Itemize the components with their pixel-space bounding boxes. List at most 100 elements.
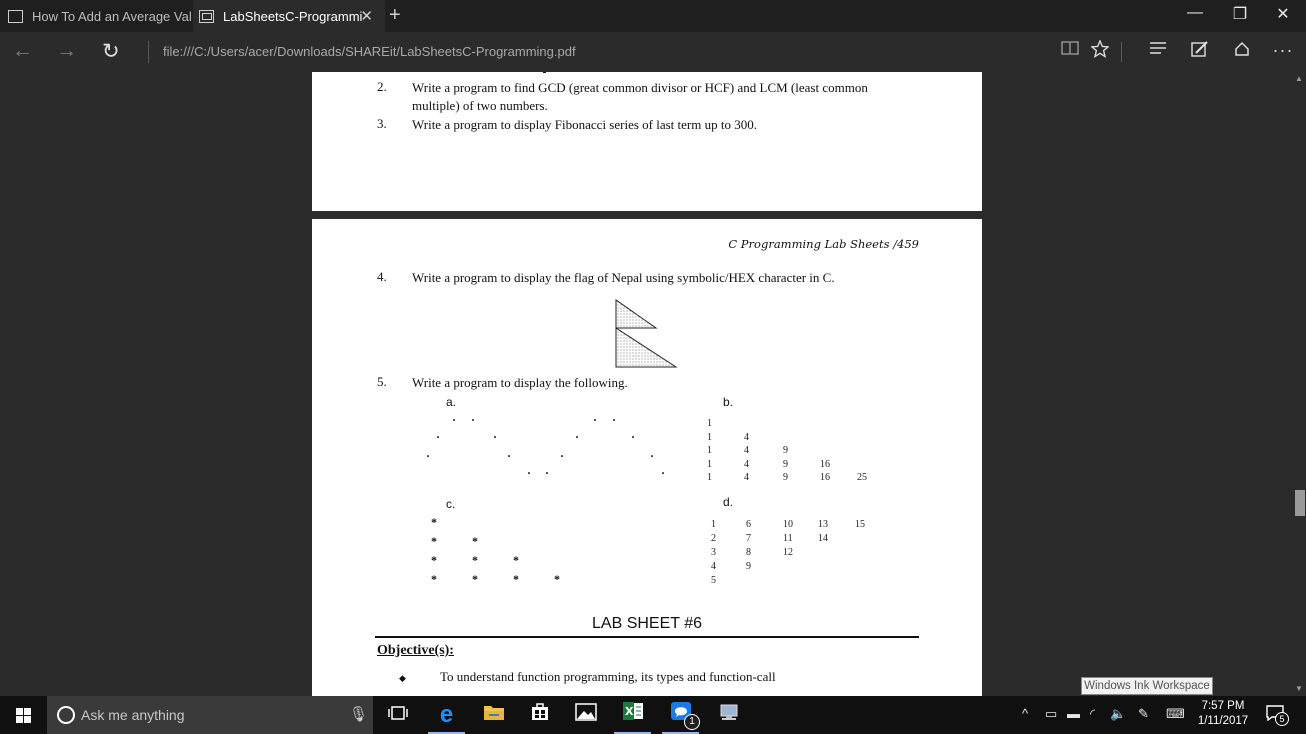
pattern-b-cell: 1 bbox=[707, 445, 712, 456]
star-mark: · bbox=[575, 430, 580, 444]
volume-icon[interactable]: 🔈 bbox=[1110, 706, 1126, 722]
excel-icon[interactable]: X bbox=[610, 696, 655, 734]
wifi-icon[interactable]: ◜ bbox=[1090, 706, 1095, 722]
pattern-b-cell: 1 bbox=[707, 459, 712, 470]
star-mark: · bbox=[650, 449, 655, 463]
title-underline bbox=[375, 636, 919, 638]
task-view-icon[interactable] bbox=[375, 696, 420, 734]
more-icon[interactable]: ··· bbox=[1270, 40, 1296, 61]
nepal-flag-figure bbox=[615, 299, 678, 368]
cortana-icon bbox=[57, 706, 75, 724]
star-mark: · bbox=[545, 466, 550, 480]
star-mark: * bbox=[472, 553, 478, 567]
pattern-d-cell: 8 bbox=[746, 547, 751, 558]
pattern-d-cell: 7 bbox=[746, 533, 751, 544]
edge-browser-icon[interactable]: e bbox=[424, 696, 469, 734]
star-mark: * bbox=[513, 553, 519, 567]
bullet-diamond-icon: ◆ bbox=[399, 673, 406, 683]
pattern-d-cell: 5 bbox=[711, 575, 716, 586]
pdf-page-1: 2. Write a program to find GCD (great co… bbox=[312, 72, 982, 211]
new-tab-button[interactable]: + bbox=[389, 4, 409, 27]
pattern-d-cell: 13 bbox=[818, 519, 828, 530]
hub-icon[interactable] bbox=[1145, 40, 1171, 61]
item-number: 4. bbox=[377, 269, 387, 284]
pattern-d-cell: 11 bbox=[783, 533, 793, 544]
item-text: Write a program to display the flag of N… bbox=[412, 270, 835, 285]
pattern-b-cell: 1 bbox=[707, 418, 712, 429]
web-note-icon[interactable] bbox=[1187, 40, 1213, 63]
favorite-star-icon[interactable] bbox=[1087, 39, 1113, 63]
pattern-d-cell: 12 bbox=[783, 547, 793, 558]
item-text: Write a program to display Fibonacci ser… bbox=[412, 117, 757, 132]
pdf-viewer[interactable]: 2. Write a program to find GCD (great co… bbox=[0, 72, 1306, 696]
taskbar: Ask me anything 🎙 e X 1 ^ ▭ ▬ ◜ 🔈 ✎ ⌨ 7:… bbox=[0, 696, 1306, 734]
close-tab-icon[interactable]: ✕ bbox=[360, 7, 373, 25]
page-icon bbox=[8, 9, 23, 23]
reading-view-icon[interactable] bbox=[1057, 40, 1083, 61]
tab-label: How To Add an Average Val bbox=[32, 8, 192, 24]
refresh-button[interactable]: ↻ bbox=[102, 39, 120, 64]
restore-button[interactable]: ❐ bbox=[1225, 4, 1255, 24]
navigation-bar: ← → ↻ file:///C:/Users/acer/Downloads/SH… bbox=[0, 32, 1306, 72]
network-app-icon[interactable] bbox=[706, 696, 751, 734]
title-bar: How To Add an Average Val LabSheetsC-Pro… bbox=[0, 0, 1306, 32]
vertical-scrollbar[interactable] bbox=[1294, 72, 1306, 696]
tab-label: LabSheetsC-Programmi bbox=[223, 8, 363, 24]
page-header: C Programming Lab Sheets /459 bbox=[728, 237, 919, 251]
star-mark: · bbox=[452, 413, 457, 427]
system-clock[interactable]: 7:57 PM 1/11/2017 bbox=[1195, 699, 1251, 729]
close-window-button[interactable]: ✕ bbox=[1268, 4, 1298, 24]
tab-average-val[interactable]: How To Add an Average Val bbox=[0, 0, 193, 32]
star-mark: · bbox=[426, 449, 431, 463]
scroll-up-arrow-icon[interactable]: ▲ bbox=[1295, 74, 1303, 83]
tab-labsheets[interactable]: LabSheetsC-Programmi ✕ bbox=[193, 0, 385, 32]
tablet-icon[interactable]: ▭ bbox=[1045, 706, 1057, 722]
forward-button[interactable]: → bbox=[56, 39, 77, 63]
star-mark: * bbox=[472, 572, 478, 586]
pdf-icon bbox=[199, 9, 214, 23]
pattern-b-cell: 9 bbox=[783, 445, 788, 456]
share-icon[interactable] bbox=[1229, 40, 1255, 63]
pattern-b-cell: 1 bbox=[707, 432, 712, 443]
star-mark: * bbox=[513, 572, 519, 586]
touch-keyboard-icon[interactable]: ⌨ bbox=[1166, 706, 1185, 722]
pattern-d-cell: 10 bbox=[783, 519, 793, 530]
pen-workspace-icon[interactable]: ✎ bbox=[1138, 706, 1149, 722]
star-mark: * bbox=[472, 534, 478, 548]
item-text: Write a program to display the following… bbox=[412, 375, 628, 390]
objective-text: To understand function programming, its … bbox=[440, 669, 776, 684]
store-icon[interactable] bbox=[517, 696, 562, 734]
star-mark: · bbox=[527, 466, 532, 480]
windows-logo-icon bbox=[16, 708, 23, 715]
pattern-b-cell: 4 bbox=[744, 472, 749, 483]
microphone-icon[interactable]: 🎙 bbox=[349, 705, 368, 723]
star-mark: · bbox=[661, 466, 666, 480]
star-mark: * bbox=[431, 515, 437, 529]
pattern-label-b: b. bbox=[723, 395, 734, 409]
star-mark: · bbox=[631, 430, 636, 444]
scrollbar-thumb[interactable] bbox=[1295, 490, 1305, 516]
address-bar[interactable]: file:///C:/Users/acer/Downloads/SHAREit/… bbox=[148, 41, 576, 63]
pattern-d-cell: 9 bbox=[746, 561, 751, 572]
pattern-b-cell: 4 bbox=[744, 445, 749, 456]
back-button[interactable]: ← bbox=[12, 39, 33, 63]
star-mark: * bbox=[431, 553, 437, 567]
messenger-badge: 1 bbox=[684, 714, 700, 730]
pattern-b-cell: 16 bbox=[820, 472, 830, 483]
minimize-button[interactable]: — bbox=[1180, 4, 1210, 22]
star-mark: · bbox=[507, 449, 512, 463]
pattern-d-cell: 4 bbox=[711, 561, 716, 572]
photos-icon[interactable] bbox=[563, 696, 608, 734]
cut-text-remnant bbox=[543, 72, 546, 73]
pattern-b-cell: 25 bbox=[857, 472, 867, 483]
file-explorer-icon[interactable] bbox=[471, 696, 516, 734]
scroll-down-arrow-icon[interactable]: ▼ bbox=[1295, 684, 1303, 693]
pattern-b-cell: 1 bbox=[707, 472, 712, 483]
pattern-d-cell: 15 bbox=[855, 519, 865, 530]
show-hidden-icons-chevron-icon[interactable]: ^ bbox=[1022, 706, 1028, 721]
pattern-b-cell: 9 bbox=[783, 459, 788, 470]
pattern-b-cell: 4 bbox=[744, 459, 749, 470]
start-button[interactable] bbox=[0, 696, 47, 734]
cortana-search-box[interactable]: Ask me anything 🎙 bbox=[47, 696, 373, 734]
battery-icon[interactable]: ▬ bbox=[1067, 706, 1080, 721]
